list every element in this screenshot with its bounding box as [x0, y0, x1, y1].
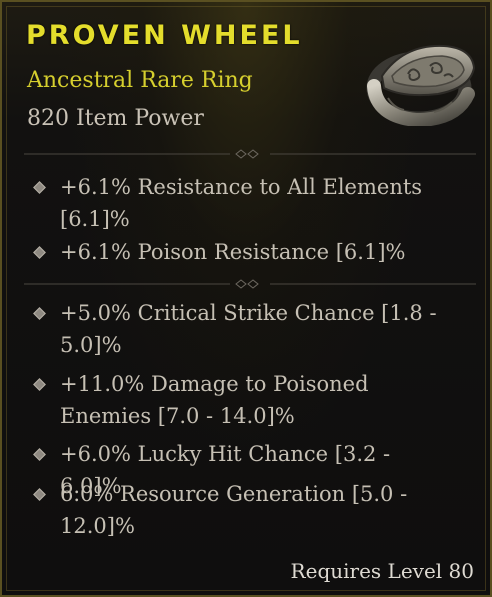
item-tooltip: PROVEN WHEEL Ancestral Rare Ring 820 Ite… — [0, 0, 492, 597]
affix-text: +11.0% Damage to Poisoned Enemies [7.0 -… — [60, 372, 369, 428]
affix-text: +6.1% Resistance to All Elements [6.1]% — [60, 175, 423, 231]
section-divider — [24, 279, 476, 289]
affix-text: +5.0% Critical Strike Chance [1.8 - 5.0]… — [60, 301, 437, 357]
diamond-bullet-icon — [33, 488, 46, 501]
diamond-bullet-icon — [33, 181, 46, 194]
affix: 6.0% Resource Generation [5.0 - 12.0]% — [33, 478, 455, 542]
diamond-bullet-icon — [33, 378, 46, 391]
implicit-affix: +6.1% Resistance to All Elements [6.1]% — [33, 171, 455, 235]
item-power: 820 Item Power — [27, 106, 204, 131]
implicit-affix: +6.1% Poison Resistance [6.1]% — [33, 236, 455, 268]
diamond-bullet-icon — [33, 307, 46, 320]
item-name: PROVEN WHEEL — [26, 20, 303, 51]
affix-text: 6.0% Resource Generation [5.0 - 12.0]% — [60, 482, 408, 538]
affix: +5.0% Critical Strike Chance [1.8 - 5.0]… — [33, 297, 455, 361]
item-rarity-type: Ancestral Rare Ring — [27, 68, 253, 93]
section-divider — [24, 149, 476, 159]
affix: +11.0% Damage to Poisoned Enemies [7.0 -… — [33, 368, 455, 432]
stone-ring-icon — [366, 44, 476, 126]
diamond-bullet-icon — [33, 246, 46, 259]
affix-text: +6.1% Poison Resistance [6.1]% — [60, 240, 406, 264]
level-requirement: Requires Level 80 — [290, 559, 474, 583]
diamond-bullet-icon — [33, 448, 46, 461]
